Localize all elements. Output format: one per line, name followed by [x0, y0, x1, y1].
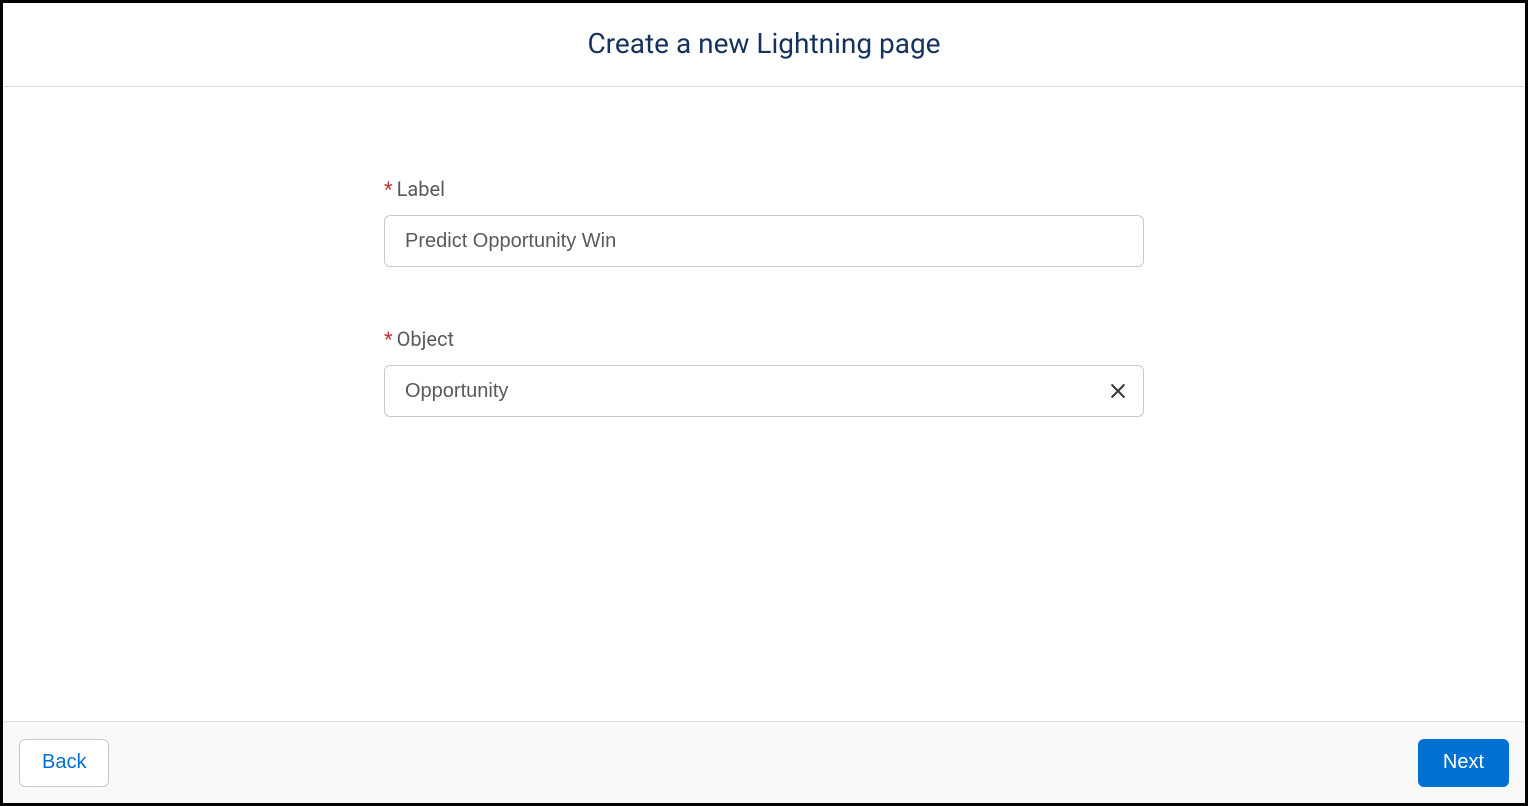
label-text: Label: [397, 177, 445, 201]
modal-content: *Label *Object: [3, 87, 1525, 721]
label-form-group: *Label: [384, 177, 1144, 267]
back-button[interactable]: Back: [19, 739, 109, 787]
required-asterisk: *: [384, 327, 393, 351]
object-form-group: *Object: [384, 327, 1144, 417]
label-input[interactable]: [384, 215, 1144, 267]
modal-footer: Back Next: [3, 721, 1525, 803]
form-container: *Label *Object: [384, 177, 1144, 721]
required-asterisk: *: [384, 177, 393, 201]
label-field-label: *Label: [384, 177, 1144, 201]
page-title: Create a new Lightning page: [3, 27, 1525, 60]
object-combo-wrapper: [384, 365, 1144, 417]
clear-object-button[interactable]: [1104, 377, 1132, 405]
object-field-label: *Object: [384, 327, 1144, 351]
object-text: Object: [397, 327, 454, 351]
object-input[interactable]: [384, 365, 1144, 417]
next-button[interactable]: Next: [1418, 739, 1509, 787]
modal-header: Create a new Lightning page: [3, 3, 1525, 87]
close-icon: [1108, 381, 1128, 401]
